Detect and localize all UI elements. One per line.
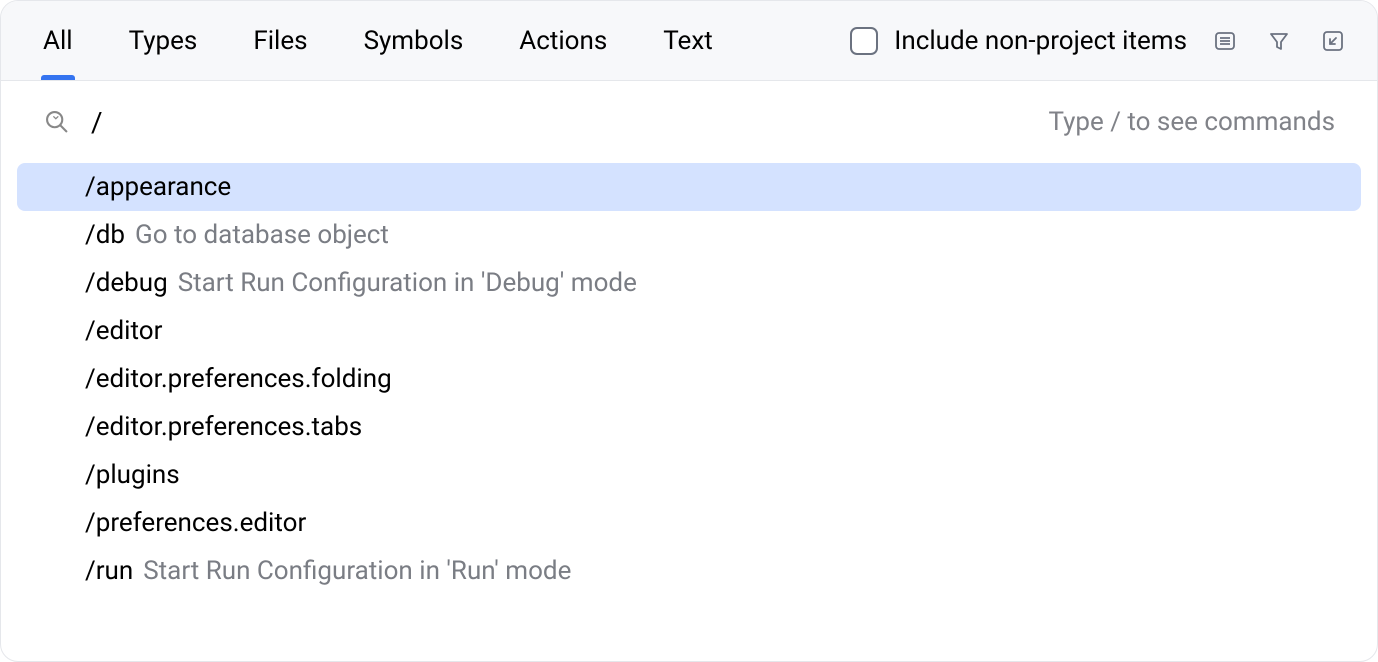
tab-actions[interactable]: Actions — [517, 1, 609, 80]
result-item[interactable]: /db Go to database object — [17, 211, 1361, 259]
result-command: /editor.preferences.folding — [85, 364, 392, 394]
open-in-tool-window-icon[interactable] — [1317, 25, 1349, 57]
include-nonproject-label: Include non-project items — [894, 26, 1187, 56]
result-description: Start Run Configuration in 'Debug' mode — [178, 268, 637, 298]
search-input[interactable] — [91, 106, 1048, 139]
include-nonproject-toggle[interactable]: Include non-project items — [850, 26, 1187, 56]
result-command: /editor — [85, 316, 162, 346]
tab-text[interactable]: Text — [661, 1, 714, 80]
tab-types[interactable]: Types — [127, 1, 200, 80]
result-command: /debug — [85, 268, 168, 298]
tab-files[interactable]: Files — [251, 1, 309, 80]
tab-all[interactable]: All — [41, 1, 75, 80]
search-hint: Type / to see commands — [1048, 107, 1335, 137]
result-item[interactable]: /debug Start Run Configuration in 'Debug… — [17, 259, 1361, 307]
result-item[interactable]: /editor — [17, 307, 1361, 355]
result-command: /db — [85, 220, 125, 250]
tab-symbols[interactable]: Symbols — [362, 1, 466, 80]
result-item[interactable]: /plugins — [17, 451, 1361, 499]
result-description: Start Run Configuration in 'Run' mode — [143, 556, 571, 586]
result-command: /preferences.editor — [85, 508, 306, 538]
result-item[interactable]: /editor.preferences.folding — [17, 355, 1361, 403]
tab-list: All Types Files Symbols Actions Text — [41, 1, 715, 80]
search-icon — [43, 108, 71, 136]
header-bar: All Types Files Symbols Actions Text Inc… — [1, 1, 1377, 81]
result-item[interactable]: /preferences.editor — [17, 499, 1361, 547]
checkbox-icon — [850, 27, 878, 55]
result-item[interactable]: /run Start Run Configuration in 'Run' mo… — [17, 547, 1361, 595]
result-command: /appearance — [85, 172, 231, 202]
result-command: /plugins — [85, 460, 180, 490]
header-actions: Include non-project items — [850, 25, 1349, 57]
result-item[interactable]: /appearance — [17, 163, 1361, 211]
result-description: Go to database object — [135, 220, 389, 250]
result-item[interactable]: /editor.preferences.tabs — [17, 403, 1361, 451]
results-list: /appearance /db Go to database object /d… — [1, 163, 1377, 661]
filter-icon[interactable] — [1263, 25, 1295, 57]
preview-icon[interactable] — [1209, 25, 1241, 57]
result-command: /editor.preferences.tabs — [85, 412, 362, 442]
result-command: /run — [85, 556, 133, 586]
search-everywhere-popup: All Types Files Symbols Actions Text Inc… — [0, 0, 1378, 662]
search-row: Type / to see commands — [1, 81, 1377, 163]
